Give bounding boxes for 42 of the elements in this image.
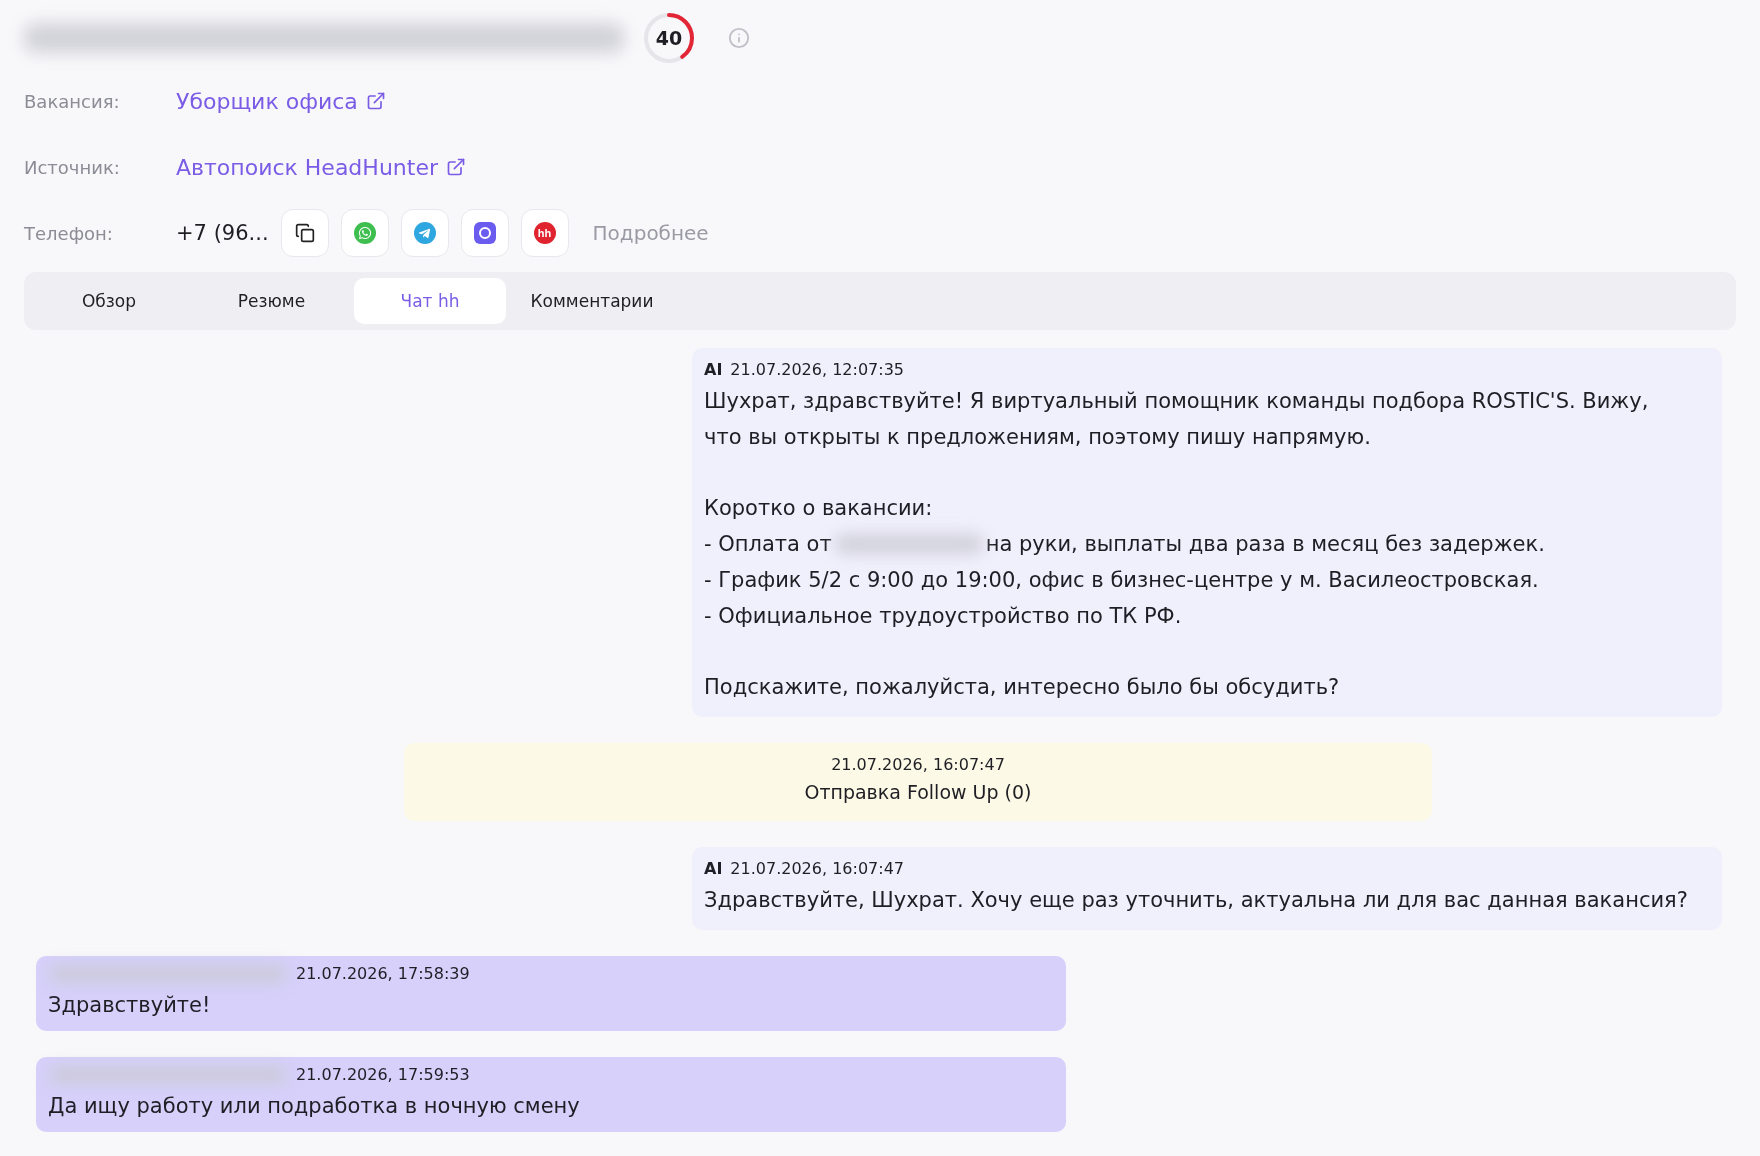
field-label: Вакансия: <box>24 90 121 112</box>
field-link[interactable]: Автопоиск HeadHunter <box>176 154 466 180</box>
message-time: 21.07.2026, 16:07:47 <box>730 859 904 878</box>
message-text: что вы открыты к предложениям, поэтому пишу напрямую. <box>704 424 1371 451</box>
copy-button[interactable] <box>280 209 329 257</box>
message-text: на руки, выплаты два раза в месяц без задержек. <box>985 531 1545 558</box>
field-label: Телефон: <box>24 222 114 244</box>
whatsapp-button[interactable] <box>340 209 389 257</box>
message-author: AI <box>704 360 723 379</box>
field-link[interactable]: Уборщик офиса <box>176 88 386 114</box>
paper-plane-icon <box>413 222 436 244</box>
message-text: Отправка Follow Up (0) <box>804 779 1032 805</box>
hh-button[interactable]: hh <box>520 209 569 257</box>
message-text: - График 5/2 с 9:00 до 19:00, офис в бизнес-центре у м. Василеостровская. <box>704 567 1539 594</box>
message-text: - Официальное трудоустройство по ТК РФ. <box>704 603 1182 630</box>
message-time: 21.07.2026, 17:59:53 <box>296 1065 470 1084</box>
phone-chat-icon <box>353 222 376 244</box>
message-text: Коротко о вакансии: <box>704 495 933 522</box>
telegram-button[interactable] <box>400 209 449 257</box>
tab[interactable]: Комментарии <box>506 278 678 324</box>
message-author: AI <box>704 859 723 878</box>
message-text: - Оплата от <box>704 531 832 558</box>
external-link-icon[interactable] <box>446 157 466 177</box>
message-text: Да ищу работу или подработка в ночную смену <box>48 1093 580 1120</box>
message-text: Здравствуйте! <box>48 992 211 1019</box>
copy-icon <box>294 223 315 243</box>
tab[interactable]: Обзор <box>29 278 189 324</box>
field-label: Источник: <box>24 156 121 178</box>
external-link-icon[interactable] <box>365 91 386 111</box>
chat-app-button[interactable] <box>460 209 509 257</box>
message-text: Подскажите, пожалуйста, интересно было бы обсудить? <box>704 674 1340 701</box>
message-time: 21.07.2026, 12:07:35 <box>730 360 904 379</box>
message-text: Шухрат, здравствуйте! Я виртуальный помощник команды подбора ROSTIC'S. Вижу, <box>704 388 1649 415</box>
hh-logo: hh <box>537 227 552 239</box>
message-text: Здравствуйте, Шухрат. Хочу еще раз уточнить, актуальна ли для вас данная вакансия? <box>704 887 1688 914</box>
tab[interactable]: Резюме <box>189 278 354 324</box>
more-link[interactable]: Подробнее <box>592 221 709 245</box>
tab[interactable]: Чат hh <box>354 278 506 324</box>
score-value: 40 <box>655 27 683 49</box>
message-time: 21.07.2026, 16:07:47 <box>831 755 1005 774</box>
message-time: 21.07.2026, 17:58:39 <box>296 964 470 983</box>
phone-number: +7 (96... <box>176 221 269 245</box>
